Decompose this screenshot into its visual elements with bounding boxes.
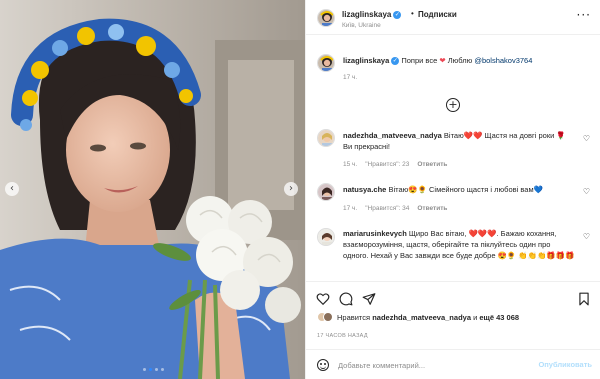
next-photo-button[interactable]: › [284, 182, 298, 196]
chevron-right-icon: › [289, 183, 293, 194]
post-caption: lizaglinskaya ✓ Попри все ❤ Люблю @bolsha… [343, 55, 588, 66]
post-photo: ‹ › [0, 0, 305, 379]
comment-time: 15 ч. [343, 161, 358, 168]
smile-icon[interactable] [317, 359, 329, 371]
carousel-dot [155, 368, 158, 371]
post-actions-bar [306, 281, 600, 313]
carousel-dot-active [149, 368, 152, 371]
caption-time: 17 ч. [343, 74, 358, 81]
comment-like-heart-icon[interactable]: ♡ [583, 134, 590, 143]
comment-text: mariarusinkevych Щиро Вас вітаю, ❤️❤️❤️.… [343, 228, 575, 261]
previous-photo-button[interactable]: ‹ [5, 182, 19, 196]
likes-prefix: Нравится [337, 312, 373, 322]
comment-reply-button[interactable]: Ответить [417, 205, 447, 212]
author-avatar[interactable] [317, 9, 335, 27]
liker-avatar [323, 312, 333, 322]
likes-count-link[interactable]: ещё 43 068 [479, 313, 519, 322]
following-button[interactable]: Подписки [418, 10, 457, 19]
comments-list[interactable]: lizaglinskaya ✓ Попри все ❤ Люблю @bolsha… [306, 36, 600, 281]
likes-text: Нравится nadezhda_matveeva_nadya и ещё 4… [337, 313, 519, 322]
comment-body: Вітаю😍🌻 Сімейного щастя і любові вам💙 [386, 185, 543, 194]
comment-meta: 17 ч. "Нравится": 34 Ответить [343, 205, 455, 212]
caption-text-2: Люблю [445, 56, 475, 65]
caption-text: Попри все [399, 56, 440, 65]
caption-mention-link[interactable]: @bolshakov3764 [474, 56, 532, 65]
bookmark-icon[interactable] [577, 292, 591, 306]
header-separator: • [411, 9, 414, 18]
comment-text: nadezhda_matveeva_nadya Вітаю❤️❤️ Щастя … [343, 130, 575, 152]
comment-username[interactable]: nadezhda_matveeva_nadya [343, 131, 442, 140]
add-comment-bar: Опубликовать [306, 349, 600, 379]
comment-like-heart-icon[interactable]: ♡ [583, 187, 590, 196]
comment-meta: 15 ч. "Нравится": 23 Ответить [343, 161, 455, 168]
comment-likes-count[interactable]: "Нравится": 23 [365, 161, 409, 168]
likes-summary: Нравится nadezhda_matveeva_nadya и ещё 4… [317, 312, 519, 322]
caption-author-avatar[interactable] [317, 54, 335, 72]
chevron-left-icon: ‹ [10, 183, 14, 194]
liker-username[interactable]: nadezhda_matveeva_nadya [372, 313, 471, 322]
more-options-icon[interactable]: ··· [577, 9, 591, 21]
carousel-dot [143, 368, 146, 371]
comment-time: 17 ч. [343, 205, 358, 212]
author-username[interactable]: lizaglinskaya ✓ [342, 10, 402, 19]
post-timestamp[interactable]: 17 ЧАСОВ НАЗАД [317, 333, 368, 339]
post-location[interactable]: Київ, Ukraine [342, 22, 381, 29]
publish-button[interactable]: Опубликовать [538, 360, 592, 369]
share-icon[interactable] [362, 292, 376, 306]
post-header: lizaglinskaya ✓ • Подписки Київ, Ukraine … [306, 0, 600, 35]
comment-username[interactable]: mariarusinkevych [343, 229, 407, 238]
commenter-avatar[interactable] [317, 228, 335, 246]
commenter-avatar[interactable] [317, 129, 335, 147]
comment-likes-count[interactable]: "Нравится": 34 [365, 205, 409, 212]
author-username-text[interactable]: lizaglinskaya [342, 10, 391, 19]
comment-like-heart-icon[interactable]: ♡ [583, 232, 590, 241]
comment-input[interactable] [338, 358, 528, 372]
comment-reply-button[interactable]: Ответить [417, 161, 447, 168]
carousel-indicator [143, 368, 164, 371]
portrait-image [0, 0, 305, 379]
comment-text: natusya.che Вітаю😍🌻 Сімейного щастя і лю… [343, 184, 575, 195]
verified-badge-icon: ✓ [393, 10, 402, 19]
heart-icon[interactable] [316, 292, 330, 306]
post-side-panel: lizaglinskaya ✓ • Подписки Київ, Ukraine … [305, 0, 600, 379]
carousel-dot [161, 368, 164, 371]
commenter-avatar[interactable] [317, 183, 335, 201]
load-more-comments-icon[interactable]: + [446, 98, 460, 112]
caption-username[interactable]: lizaglinskaya [343, 56, 389, 65]
comment-icon[interactable] [339, 292, 353, 306]
comment-username[interactable]: natusya.che [343, 185, 386, 194]
